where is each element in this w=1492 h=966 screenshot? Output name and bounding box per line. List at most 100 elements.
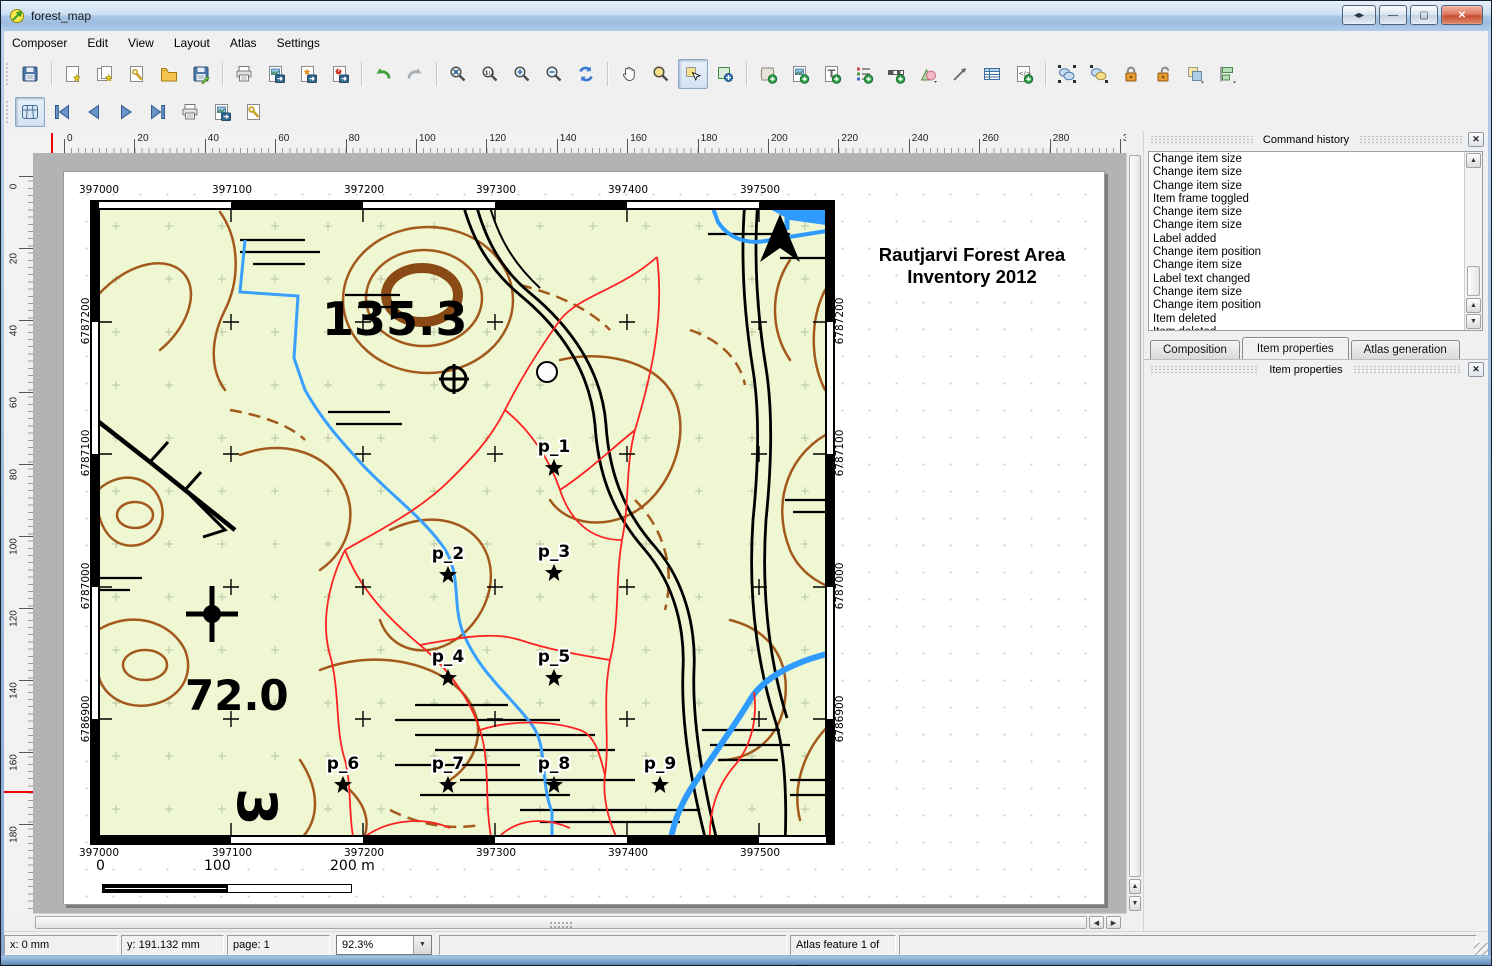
undo-button[interactable]: [368, 59, 398, 89]
print-button[interactable]: [229, 59, 259, 89]
zoom-in-button[interactable]: [507, 59, 537, 89]
command-history-item[interactable]: Change item size: [1149, 206, 1465, 219]
ruler-tick: [19, 248, 33, 249]
combo-dropdown-icon[interactable]: ▼: [413, 936, 431, 954]
new-composition-button[interactable]: [58, 59, 88, 89]
command-history-item[interactable]: Label added: [1149, 233, 1465, 246]
export-atlas-button[interactable]: [207, 97, 237, 127]
redo-button[interactable]: [400, 59, 430, 89]
duplicate-composition-button[interactable]: [90, 59, 120, 89]
tab-atlas-generation[interactable]: Atlas generation: [1351, 340, 1460, 359]
raise-items-button[interactable]: [1180, 59, 1210, 89]
command-history-item[interactable]: Change item size: [1149, 166, 1465, 179]
zoom-out-button[interactable]: [539, 59, 569, 89]
group-items-button[interactable]: [1052, 59, 1082, 89]
print-atlas-button[interactable]: [175, 97, 205, 127]
add-new-map-button[interactable]: [753, 59, 783, 89]
menu-edit[interactable]: Edit: [77, 32, 118, 54]
item-properties-header[interactable]: Item properties ✕: [1144, 361, 1488, 378]
hscroll-thumb[interactable]: [35, 916, 1087, 929]
menu-view[interactable]: View: [118, 32, 164, 54]
map-title-item[interactable]: Rautjarvi Forest Area Inventory 2012: [858, 244, 1086, 288]
command-history-item[interactable]: Change item size: [1149, 219, 1465, 232]
composition-manager-button[interactable]: [122, 59, 152, 89]
command-history-list[interactable]: Change item sizeChange item sizeChange i…: [1148, 151, 1483, 331]
command-history-item[interactable]: Change item size: [1149, 153, 1465, 166]
lock-items-button[interactable]: [1116, 59, 1146, 89]
ungroup-items-button[interactable]: [1084, 59, 1114, 89]
save-project-button[interactable]: [15, 59, 45, 89]
command-history-close-icon[interactable]: ✕: [1468, 132, 1484, 147]
menu-settings[interactable]: Settings: [267, 32, 330, 54]
scroll-left-button[interactable]: ◀: [1089, 916, 1104, 929]
command-history-item[interactable]: Item deleted: [1149, 326, 1465, 331]
composer-page[interactable]: 135.3 72.0 3 p_1 p_2 p_3 p_4 p_5 p_6 p_7…: [63, 171, 1105, 905]
scroll-down-button[interactable]: ▼: [1129, 896, 1141, 911]
history-scroll-thumb[interactable]: [1467, 266, 1480, 296]
add-scalebar-button[interactable]: [881, 59, 911, 89]
menu-composer[interactable]: Composer: [2, 32, 77, 54]
add-basic-shape-button[interactable]: [913, 59, 943, 89]
add-label-button[interactable]: T: [817, 59, 847, 89]
move-item-content-button[interactable]: [710, 59, 740, 89]
zoom-level-combo[interactable]: 92.3% ▼: [336, 935, 432, 955]
menu-atlas[interactable]: Atlas: [220, 32, 267, 54]
save-as-template-button[interactable]: [186, 59, 216, 89]
preview-atlas-button[interactable]: [15, 97, 45, 127]
unlock-items-button[interactable]: [1148, 59, 1178, 89]
window-extra-button[interactable]: ◂▸: [1342, 5, 1376, 25]
align-items-button[interactable]: [1212, 59, 1242, 89]
title-bar[interactable]: forest_map ◂▸ — ▢ ✕: [1, 1, 1491, 32]
add-image-button[interactable]: [785, 59, 815, 89]
history-scroll-up-icon[interactable]: ▲: [1466, 153, 1481, 168]
vscroll-thumb[interactable]: [1129, 155, 1141, 877]
command-history-item[interactable]: Change item size: [1149, 286, 1465, 299]
previous-feature-button[interactable]: [79, 97, 109, 127]
command-history-item[interactable]: Item frame toggled: [1149, 193, 1465, 206]
last-feature-button[interactable]: [143, 97, 173, 127]
canvas-horizontal-scrollbar[interactable]: ◀ ▶: [33, 913, 1126, 931]
zoom-full-button[interactable]: [443, 59, 473, 89]
refresh-view-button[interactable]: [571, 59, 601, 89]
command-history-item[interactable]: Change item position: [1149, 299, 1465, 312]
atlas-settings-button[interactable]: [239, 97, 269, 127]
export-as-svg-button[interactable]: [293, 59, 323, 89]
export-as-image-button[interactable]: [261, 59, 291, 89]
command-history-item[interactable]: Change item size: [1149, 259, 1465, 272]
ruler-tick: [134, 139, 135, 153]
history-scroll-down-icon[interactable]: ▼: [1466, 314, 1481, 329]
export-as-pdf-button[interactable]: [325, 59, 355, 89]
canvas-vertical-scrollbar[interactable]: ▲ ▼: [1126, 153, 1143, 913]
history-scrollbar[interactable]: ▲ ▲ ▼: [1464, 152, 1482, 330]
next-feature-button[interactable]: [111, 97, 141, 127]
map-item[interactable]: 135.3 72.0 3 p_1 p_2 p_3 p_4 p_5 p_6 p_7…: [90, 200, 835, 845]
item-properties-close-icon[interactable]: ✕: [1468, 362, 1484, 377]
scroll-up-button[interactable]: ▲: [1129, 879, 1141, 894]
command-history-item[interactable]: Change item position: [1149, 246, 1465, 259]
add-arrow-button[interactable]: [945, 59, 975, 89]
minimize-button[interactable]: —: [1379, 5, 1407, 25]
command-history-item[interactable]: Change item size: [1149, 180, 1465, 193]
tab-composition[interactable]: Composition: [1150, 340, 1240, 359]
scroll-right-button[interactable]: ▶: [1106, 916, 1121, 929]
maximize-button[interactable]: ▢: [1410, 5, 1438, 25]
add-html-frame-button[interactable]: </>: [1009, 59, 1039, 89]
close-button[interactable]: ✕: [1441, 5, 1483, 25]
command-history-header[interactable]: Command history ✕: [1144, 131, 1488, 148]
composition-canvas[interactable]: 135.3 72.0 3 p_1 p_2 p_3 p_4 p_5 p_6 p_7…: [33, 153, 1126, 913]
zoom-tool-button[interactable]: [646, 59, 676, 89]
add-legend-button[interactable]: [849, 59, 879, 89]
first-feature-button[interactable]: [47, 97, 77, 127]
history-scroll-up2-icon[interactable]: ▲: [1466, 298, 1481, 313]
tab-item-properties[interactable]: Item properties: [1242, 337, 1349, 360]
svg-text:p_4: p_4: [432, 647, 465, 667]
select-move-item-button[interactable]: [678, 59, 708, 89]
pan-button[interactable]: [614, 59, 644, 89]
add-attribute-table-button[interactable]: [977, 59, 1007, 89]
zoom-1-1-button[interactable]: 1:1: [475, 59, 505, 89]
scalebar-item[interactable]: [102, 884, 352, 893]
load-from-template-button[interactable]: [154, 59, 184, 89]
command-history-item[interactable]: Label text changed: [1149, 273, 1465, 286]
menu-layout[interactable]: Layout: [164, 32, 220, 54]
command-history-item[interactable]: Item deleted: [1149, 313, 1465, 326]
